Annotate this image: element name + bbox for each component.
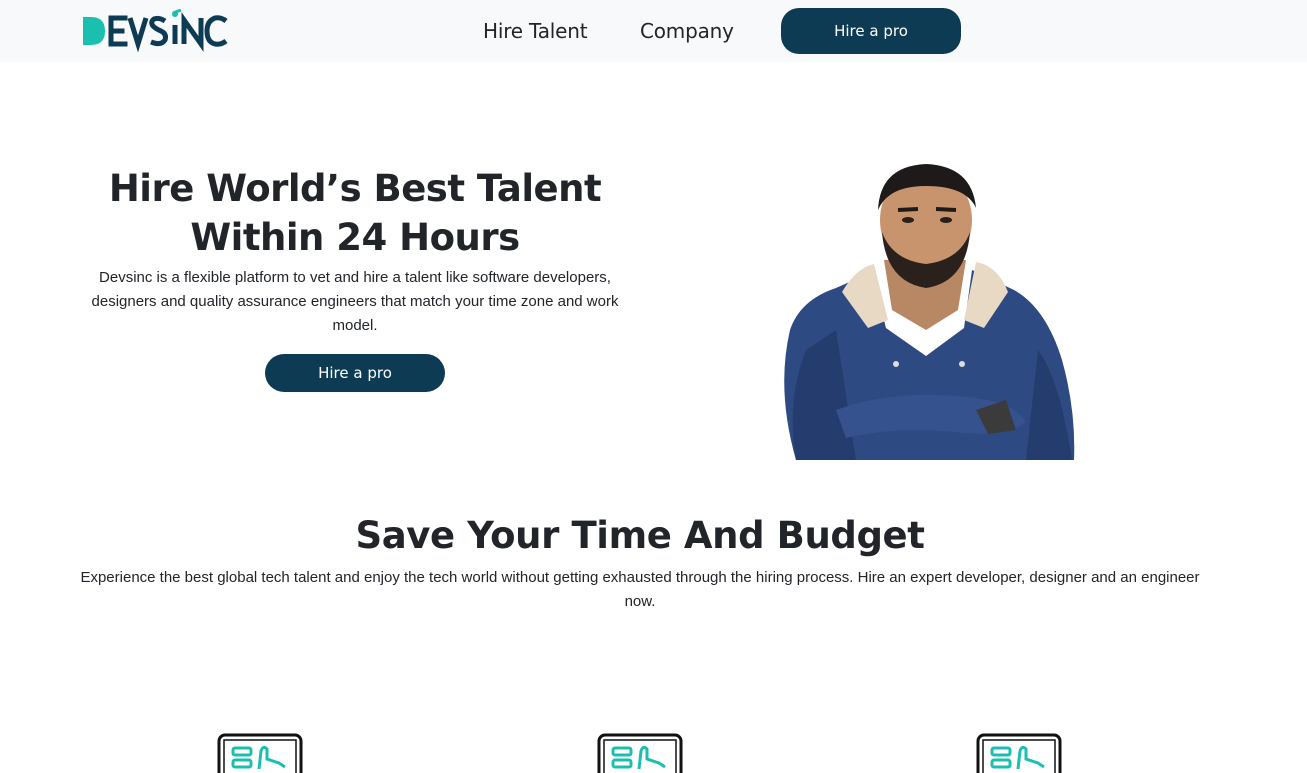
section-description: Experience the best global tech talent a… [80,569,1200,610]
tablet-ui-icon [597,733,683,773]
hero-person-photo [784,164,1075,460]
tablet-ui-icon [976,733,1062,773]
nav-company[interactable]: Company [640,19,734,43]
header-bar: Hire Talent Company Hire a pro [0,0,1307,62]
header-hire-a-pro-button[interactable]: Hire a pro [781,8,961,54]
hero-title: Hire World’s Best Talent Within 24 Hours [80,164,630,262]
tablet-ui-icon [217,733,303,773]
devsinc-logo[interactable] [81,9,241,53]
hero-description: Devsinc is a flexible platform to vet an… [91,269,619,334]
nav-hire-talent[interactable]: Hire Talent [483,19,588,43]
hero-title-line2: Within 24 Hours [190,216,520,259]
hero-title-line1: Hire World’s Best Talent [108,167,602,210]
section-title: Save Your Time And Budget [355,514,925,557]
hero-hire-a-pro-button[interactable]: Hire a pro [265,354,445,392]
